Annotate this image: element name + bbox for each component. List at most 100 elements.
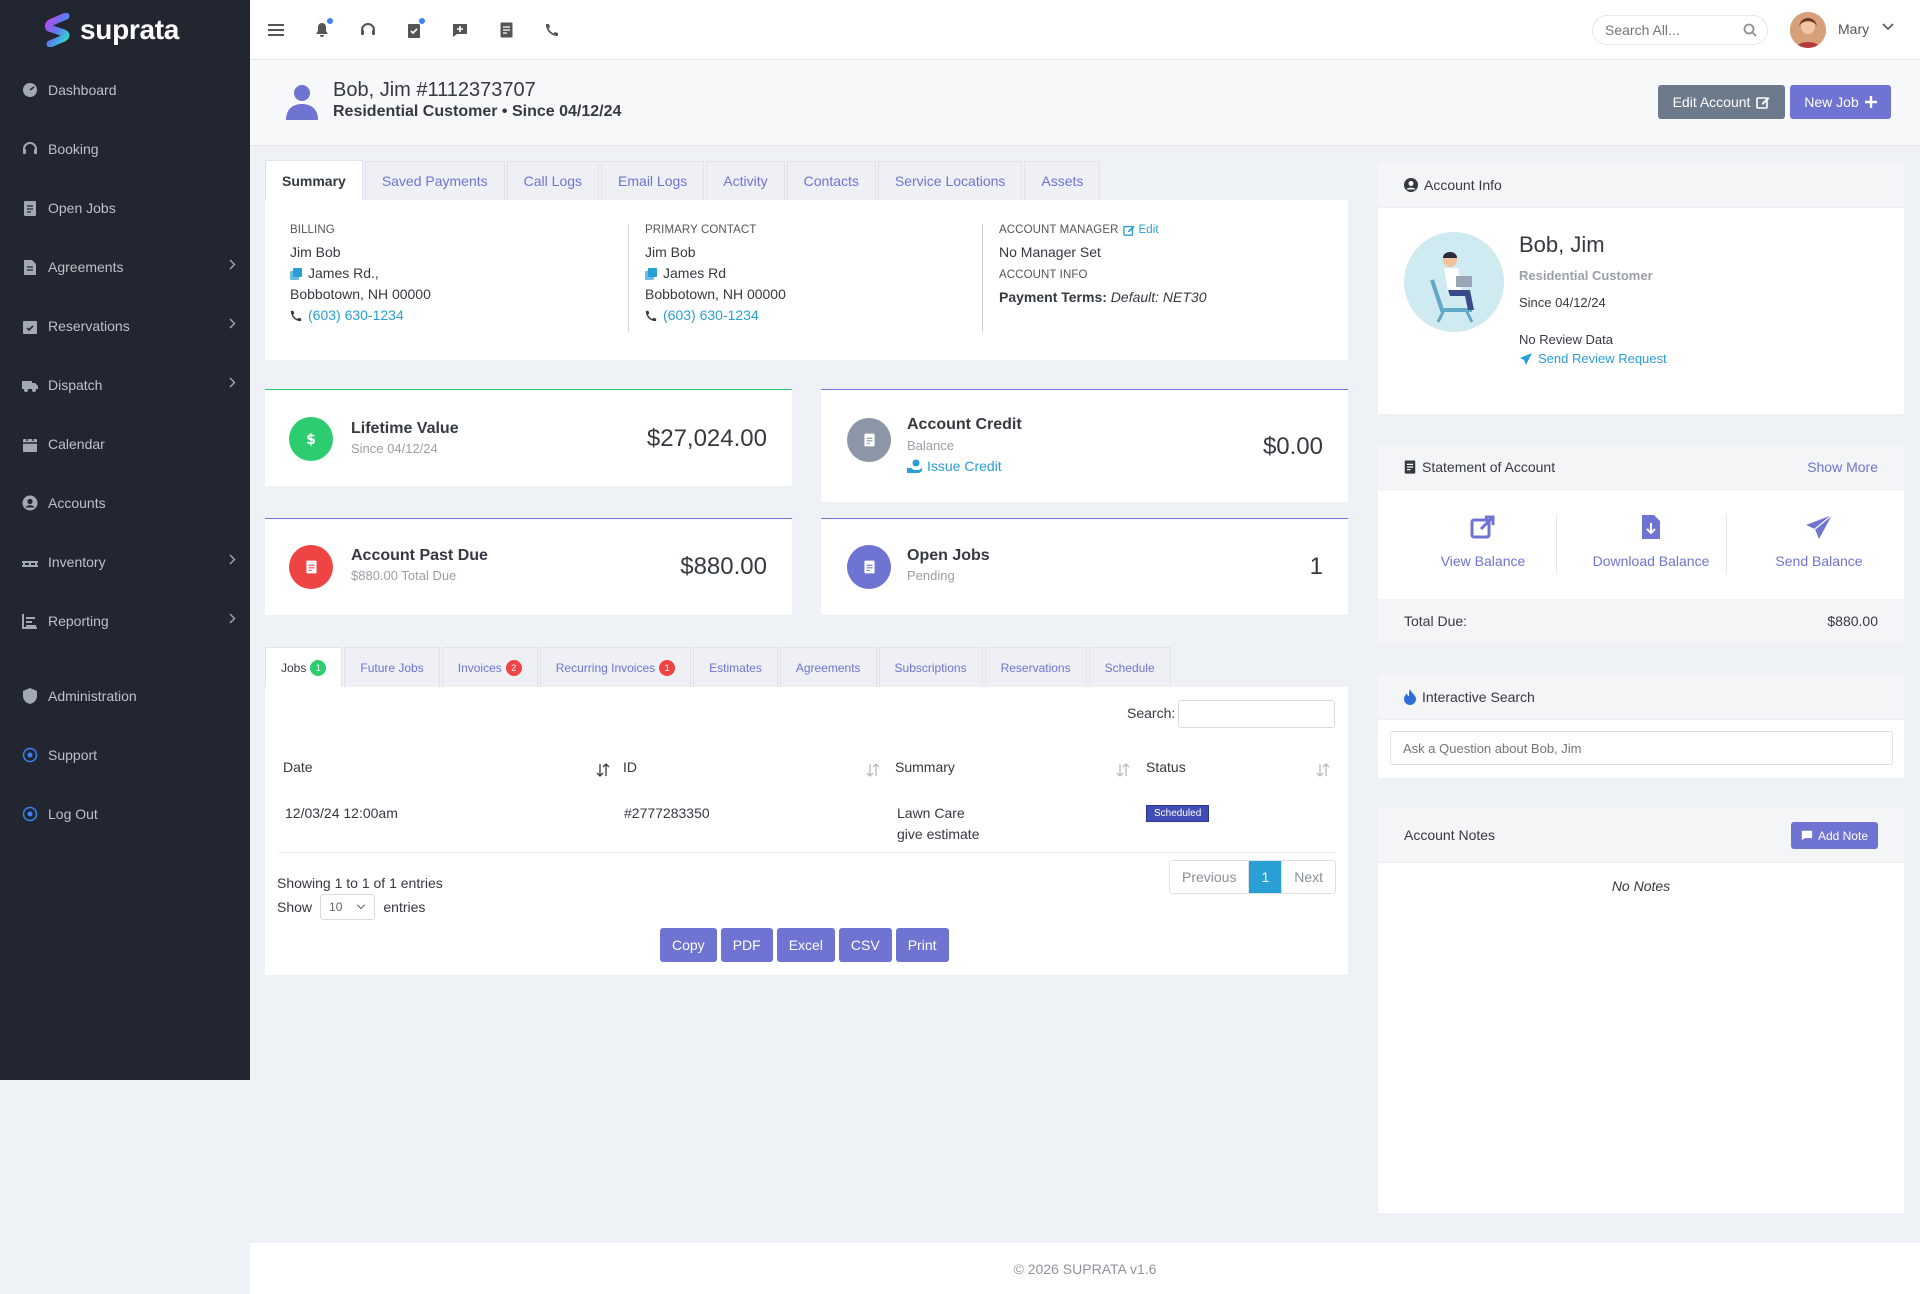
col-id-header[interactable]: ID [623, 759, 637, 775]
tab-reservations[interactable]: Reservations [984, 647, 1087, 687]
search-all-box[interactable] [1592, 15, 1768, 45]
entries-select[interactable]: 10 [320, 894, 376, 920]
sidebar-item-accounts[interactable]: Accounts [0, 473, 250, 532]
sort-icon[interactable] [596, 763, 610, 777]
notifications-button[interactable] [310, 18, 334, 42]
summary-tabs: Summary Saved Payments Call Logs Email Logs… [265, 160, 1102, 200]
tab-schedule[interactable]: Schedule [1088, 647, 1171, 687]
tab-estimates[interactable]: Estimates [693, 647, 778, 687]
table-search-input[interactable] [1178, 700, 1335, 728]
open-jobs-card: Open Jobs Pending 1 [821, 518, 1348, 615]
sort-icon[interactable] [1316, 763, 1330, 777]
logo[interactable]: suprata [0, 0, 250, 60]
contact-city: Bobbotown, NH 00000 [645, 286, 786, 302]
tab-badge: 1 [659, 659, 676, 676]
download-balance-action[interactable]: Download Balance [1566, 514, 1736, 569]
copy-button[interactable]: Copy [660, 928, 717, 962]
account-manager-edit-link[interactable]: Edit [1139, 224, 1159, 236]
dollar-icon: $ [306, 432, 316, 447]
billing-phone-link[interactable]: (603) 630-1234 [308, 305, 404, 326]
show-more-link[interactable]: Show More [1807, 459, 1878, 475]
support-button[interactable] [356, 18, 380, 42]
row-summary-sub: give estimate [897, 826, 980, 842]
tab-jobs[interactable]: Jobs 1 [265, 647, 343, 687]
sidebar-item-log-out[interactable]: Log Out [0, 784, 250, 843]
phone-button[interactable] [540, 18, 564, 42]
tab-subscriptions[interactable]: Subscriptions [878, 647, 983, 687]
tasks-button[interactable] [402, 18, 426, 42]
phone-icon [645, 310, 657, 321]
table-row[interactable]: 12/03/24 12:00am #2777283350 Lawn Care g… [279, 787, 1335, 853]
sidebar-item-dashboard[interactable]: Dashboard [0, 60, 250, 119]
pagination-next[interactable]: Next [1282, 861, 1335, 893]
user-name[interactable]: Mary [1838, 21, 1869, 37]
invoices-button[interactable] [494, 18, 518, 42]
sidebar-item-support[interactable]: Support [0, 725, 250, 784]
menu-toggle[interactable] [264, 18, 288, 42]
search-icon[interactable] [1743, 23, 1757, 37]
sidebar-item-dispatch[interactable]: Dispatch [0, 355, 250, 414]
chevron-down-icon[interactable] [1882, 23, 1894, 31]
sort-icon[interactable] [866, 763, 880, 777]
chevron-down-icon [357, 904, 366, 910]
pagination-page-1[interactable]: 1 [1249, 861, 1283, 893]
issue-credit-link[interactable]: Issue Credit [907, 458, 1002, 474]
tab-label: Jobs [281, 660, 307, 675]
tab-summary[interactable]: Summary [265, 160, 363, 200]
open-jobs-circle [847, 545, 891, 589]
contact-phone-link[interactable]: (603) 630-1234 [663, 305, 759, 326]
view-balance-action[interactable]: View Balance [1398, 514, 1568, 569]
divider [628, 224, 629, 332]
sidebar-item-inventory[interactable]: Inventory [0, 532, 250, 591]
account-notes-title: Account Notes [1404, 827, 1496, 843]
col-date-header[interactable]: Date [283, 759, 313, 775]
row-id[interactable]: #2777283350 [624, 803, 710, 824]
sidebar-item-administration[interactable]: Administration [0, 666, 250, 725]
tab-service-locations[interactable]: Service Locations [877, 161, 1023, 200]
sidebar: suprata Dashboard Booking Open Jobs Agreeme… [0, 0, 250, 1080]
tab-label: Estimates [709, 660, 762, 675]
interactive-search-input[interactable] [1390, 731, 1893, 765]
send-balance-action[interactable]: Send Balance [1734, 514, 1904, 569]
total-due-label: Total Due: [1404, 612, 1468, 629]
tab-email-logs[interactable]: Email Logs [601, 161, 705, 200]
truck-icon [22, 380, 38, 392]
add-note-button[interactable]: Add Note [1790, 822, 1878, 849]
print-button[interactable]: Print [895, 928, 949, 962]
sidebar-item-booking[interactable]: Booking [0, 119, 250, 178]
sort-icon[interactable] [1116, 763, 1130, 777]
send-review-link[interactable]: Send Review Request [1519, 351, 1667, 366]
tasks-dot [419, 18, 425, 24]
csv-button[interactable]: CSV [838, 928, 892, 962]
search-all-input[interactable] [1605, 22, 1735, 38]
tab-recurring-invoices[interactable]: Recurring Invoices 1 [539, 647, 692, 687]
tab-agreements[interactable]: Agreements [779, 647, 877, 687]
sidebar-item-open-jobs[interactable]: Open Jobs [0, 178, 250, 237]
tab-future-jobs[interactable]: Future Jobs [344, 647, 440, 687]
excel-button[interactable]: Excel [776, 928, 835, 962]
user-avatar[interactable] [1790, 12, 1826, 48]
tab-contacts[interactable]: Contacts [786, 161, 876, 200]
copy-icon[interactable] [645, 267, 657, 280]
sidebar-item-reservations[interactable]: Reservations [0, 296, 250, 355]
export-buttons: Copy PDF Excel CSV Print [660, 928, 949, 962]
tab-call-logs[interactable]: Call Logs [506, 161, 600, 200]
sidebar-item-label: Inventory [48, 553, 106, 570]
sidebar-item-calendar[interactable]: Calendar [0, 414, 250, 473]
new-job-label: New Job [1804, 94, 1859, 110]
messages-button[interactable] [448, 18, 472, 42]
edit-icon[interactable] [1122, 224, 1135, 236]
sidebar-item-reporting[interactable]: Reporting [0, 591, 250, 650]
pagination-previous[interactable]: Previous [1170, 861, 1250, 893]
edit-account-button[interactable]: Edit Account [1658, 85, 1785, 119]
tab-activity[interactable]: Activity [706, 161, 785, 200]
col-status-header[interactable]: Status [1146, 759, 1186, 775]
new-job-button[interactable]: New Job [1790, 85, 1891, 119]
tab-invoices[interactable]: Invoices 2 [441, 647, 538, 687]
tab-saved-payments[interactable]: Saved Payments [364, 161, 505, 200]
col-summary-header[interactable]: Summary [895, 759, 955, 775]
sidebar-item-agreements[interactable]: Agreements [0, 237, 250, 296]
pdf-button[interactable]: PDF [720, 928, 773, 962]
copy-icon[interactable] [290, 267, 302, 280]
tab-assets[interactable]: Assets [1024, 161, 1101, 200]
